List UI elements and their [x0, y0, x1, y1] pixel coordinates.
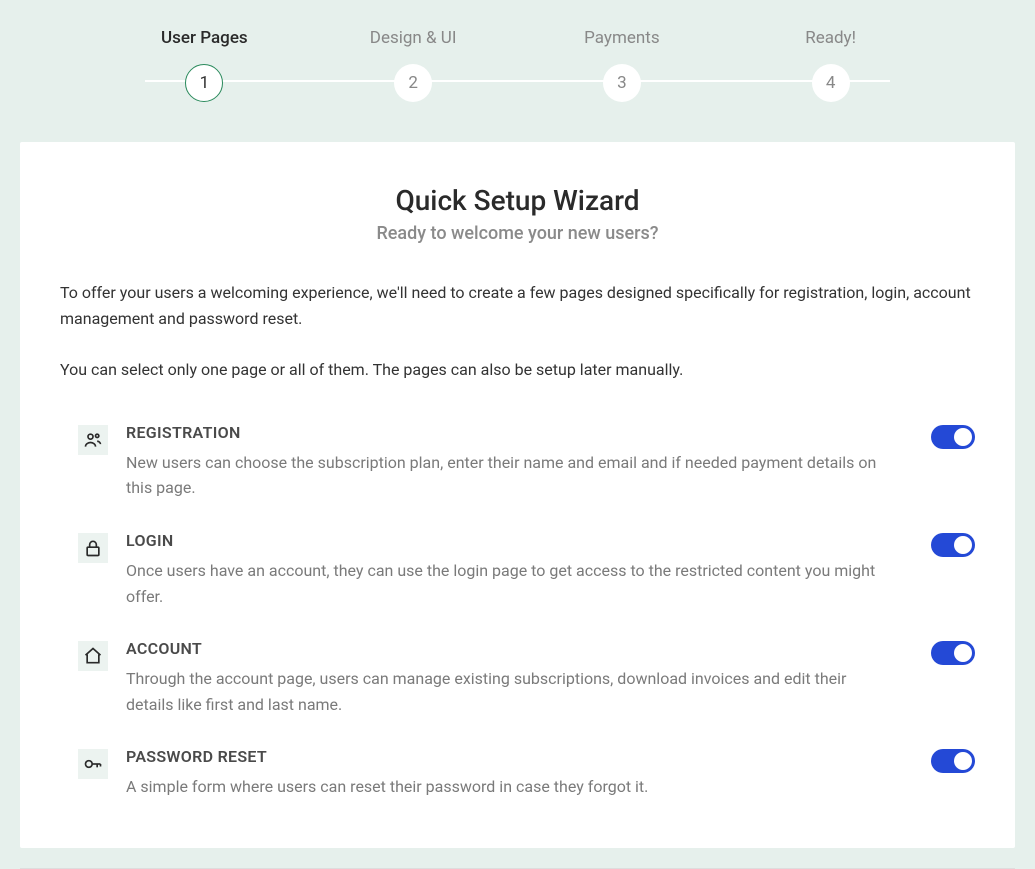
step-circle: 1: [185, 64, 223, 102]
option-title: ACCOUNT: [126, 639, 893, 658]
option-password-reset: PASSWORD RESET A simple form where users…: [60, 735, 975, 818]
step-circle: 4: [812, 64, 850, 102]
wizard-subtitle: Ready to welcome your new users?: [60, 223, 975, 244]
option-desc: Once users have an account, they can use…: [126, 558, 893, 609]
step-label: Ready!: [805, 28, 856, 48]
toggle-account[interactable]: [931, 641, 975, 665]
option-desc: New users can choose the subscription pl…: [126, 450, 893, 501]
wizard-card: Quick Setup Wizard Ready to welcome your…: [20, 142, 1015, 848]
toggle-password-reset[interactable]: [931, 749, 975, 773]
step-design-ui[interactable]: Design & UI 2: [309, 28, 518, 102]
toggle-registration[interactable]: [931, 425, 975, 449]
option-account: ACCOUNT Through the account page, users …: [60, 627, 975, 735]
users-icon: [78, 425, 108, 455]
option-registration: REGISTRATION New users can choose the su…: [60, 411, 975, 519]
option-login: LOGIN Once users have an account, they c…: [60, 519, 975, 627]
wizard-title: Quick Setup Wizard: [60, 184, 975, 217]
option-content: PASSWORD RESET A simple form where users…: [126, 747, 913, 800]
option-title: LOGIN: [126, 531, 893, 550]
intro-text-2: You can select only one page or all of t…: [60, 357, 975, 383]
page-options-list: REGISTRATION New users can choose the su…: [60, 411, 975, 818]
lock-icon: [78, 533, 108, 563]
toggle-login[interactable]: [931, 533, 975, 557]
setup-stepper: User Pages 1 Design & UI 2 Payments 3 Re…: [0, 0, 1035, 102]
step-user-pages[interactable]: User Pages 1: [100, 28, 309, 102]
option-content: ACCOUNT Through the account page, users …: [126, 639, 913, 717]
step-label: User Pages: [161, 28, 248, 48]
option-content: LOGIN Once users have an account, they c…: [126, 531, 913, 609]
option-desc: A simple form where users can reset thei…: [126, 774, 893, 800]
option-content: REGISTRATION New users can choose the su…: [126, 423, 913, 501]
step-ready[interactable]: Ready! 4: [726, 28, 935, 102]
step-payments[interactable]: Payments 3: [518, 28, 727, 102]
step-label: Design & UI: [370, 28, 457, 48]
option-title: REGISTRATION: [126, 423, 893, 442]
step-label: Payments: [584, 28, 659, 48]
key-icon: [78, 749, 108, 779]
option-title: PASSWORD RESET: [126, 747, 893, 766]
option-desc: Through the account page, users can mana…: [126, 666, 893, 717]
step-circle: 3: [603, 64, 641, 102]
step-circle: 2: [394, 64, 432, 102]
intro-text-1: To offer your users a welcoming experien…: [60, 280, 975, 331]
home-icon: [78, 641, 108, 671]
